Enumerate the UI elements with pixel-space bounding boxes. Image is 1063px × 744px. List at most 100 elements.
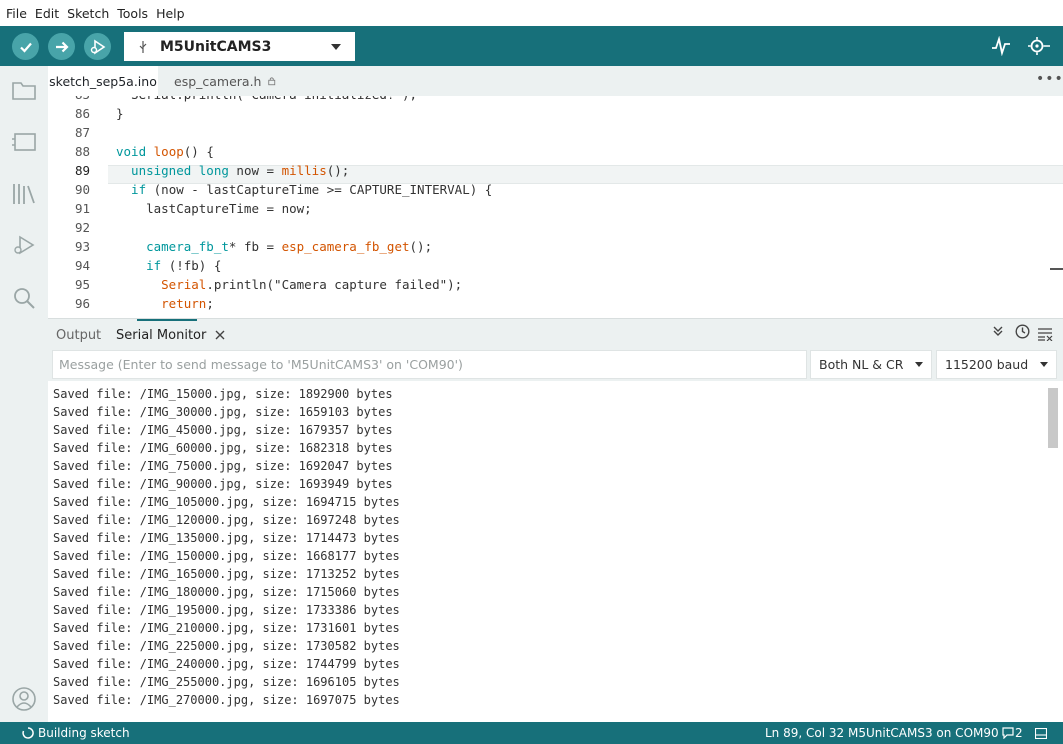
- chevrons-down-icon[interactable]: [992, 325, 1004, 337]
- code-line[interactable]: 95 Serial.println("Camera capture failed…: [48, 275, 1063, 294]
- code-line[interactable]: 87: [48, 123, 1063, 142]
- line-number: 95: [74, 277, 90, 292]
- code-line[interactable]: 90 if (now - lastCaptureTime >= CAPTURE_…: [48, 180, 1063, 199]
- code-line[interactable]: 86}: [48, 104, 1063, 123]
- debug-button[interactable]: [84, 33, 111, 60]
- line-code: camera_fb_t* fb = esp_camera_fb_get();: [116, 237, 432, 256]
- search-button[interactable]: [10, 284, 38, 312]
- message-placeholder: Message (Enter to send message to 'M5Uni…: [59, 357, 463, 372]
- tab-label: sketch_sep5a.ino: [49, 73, 157, 89]
- code-token: ();: [409, 239, 433, 254]
- board-selector[interactable]: M5UnitCAMS3: [124, 32, 355, 61]
- clear-output-icon[interactable]: [1038, 328, 1053, 341]
- menu-help[interactable]: Help: [156, 6, 185, 21]
- code-token: camera_fb_t: [116, 239, 229, 254]
- menu-tools[interactable]: Tools: [117, 6, 148, 21]
- account-icon: [12, 687, 36, 711]
- more-icon[interactable]: •••: [1036, 71, 1063, 87]
- code-line[interactable]: 85 Serial.println("Camera initialized!")…: [48, 96, 1063, 104]
- upload-button[interactable]: [48, 33, 75, 60]
- serial-output[interactable]: Saved file: /IMG_15000.jpg, size: 189290…: [48, 381, 1063, 722]
- line-number: 93: [74, 239, 90, 254]
- lock-icon: [268, 77, 276, 86]
- panel-toggle-icon[interactable]: [1035, 728, 1047, 739]
- menu-bar: File Edit Sketch Tools Help: [0, 0, 1063, 26]
- folder-icon: [12, 82, 36, 100]
- code-token: esp_camera_fb_get: [281, 239, 410, 254]
- serial-line: Saved file: /IMG_255000.jpg, size: 16961…: [53, 675, 400, 689]
- tab-sketch[interactable]: sketch_sep5a.ino: [48, 66, 158, 96]
- line-ending-select[interactable]: Both NL & CR: [810, 350, 932, 379]
- code-token: Serial: [116, 277, 207, 292]
- serial-monitor-icon[interactable]: [1027, 36, 1051, 56]
- code-token: lastCaptureTime = now;: [116, 201, 312, 216]
- clock-icon[interactable]: [1015, 324, 1030, 339]
- code-line[interactable]: 92: [48, 218, 1063, 237]
- code-token: if: [116, 182, 154, 197]
- serial-line: Saved file: /IMG_195000.jpg, size: 17333…: [53, 603, 400, 617]
- debug-panel-button[interactable]: [10, 232, 38, 260]
- code-token: (!fb) {: [168, 258, 222, 273]
- serial-line: Saved file: /IMG_90000.jpg, size: 169394…: [53, 477, 393, 491]
- code-line[interactable]: 94 if (!fb) {: [48, 256, 1063, 275]
- code-line[interactable]: 88 void loop() {: [48, 142, 1063, 161]
- code-line[interactable]: 91 lastCaptureTime = now;: [48, 199, 1063, 218]
- code-line[interactable]: 93 camera_fb_t* fb = esp_camera_fb_get()…: [48, 237, 1063, 256]
- serial-scrollbar[interactable]: [1048, 388, 1058, 448]
- serial-line: Saved file: /IMG_105000.jpg, size: 16947…: [53, 495, 400, 509]
- baud-rate-select[interactable]: 115200 baud: [936, 350, 1057, 379]
- serial-line: Saved file: /IMG_240000.jpg, size: 17447…: [53, 657, 400, 671]
- chevron-down-icon: [1040, 362, 1048, 367]
- menu-sketch[interactable]: Sketch: [67, 6, 109, 21]
- check-icon: [19, 42, 32, 53]
- serial-line: Saved file: /IMG_30000.jpg, size: 165910…: [53, 405, 393, 419]
- line-code: unsigned long now = millis();: [116, 161, 349, 180]
- status-bar: Building sketch Ln 89, Col 32 M5UnitCAMS…: [0, 722, 1063, 744]
- board-port-status[interactable]: M5UnitCAMS3 on COM90: [848, 722, 999, 744]
- serial-message-row: Message (Enter to send message to 'M5Uni…: [48, 350, 1063, 381]
- library-manager-button[interactable]: [10, 180, 38, 208]
- tab-esp-camera[interactable]: esp_camera.h: [166, 66, 276, 96]
- line-code: Serial.println("Camera capture failed");: [116, 275, 462, 294]
- library-icon: [13, 184, 35, 204]
- boards-manager-button[interactable]: [10, 128, 38, 156]
- code-line[interactable]: 96 return;: [48, 294, 1063, 313]
- tab-output[interactable]: Output: [56, 319, 101, 351]
- line-code: }: [116, 104, 124, 123]
- menu-edit[interactable]: Edit: [35, 6, 59, 21]
- code-token: ;: [206, 296, 214, 311]
- code-token: loop: [153, 144, 184, 159]
- toolbar: M5UnitCAMS3: [0, 26, 1063, 66]
- tab-serial-monitor[interactable]: Serial Monitor: [116, 319, 225, 351]
- arrow-right-icon: [55, 41, 69, 52]
- notification-icon[interactable]: [1002, 727, 1014, 739]
- tab-label: esp_camera.h: [174, 73, 262, 89]
- sketchbook-button[interactable]: [10, 76, 38, 104]
- code-line[interactable]: 89 unsigned long now = millis();: [48, 161, 1063, 180]
- verify-button[interactable]: [12, 33, 39, 60]
- code-token: () {: [183, 144, 214, 159]
- cursor-position[interactable]: Ln 89, Col 32: [765, 722, 844, 744]
- code-token: (now - lastCaptureTime >= CAPTURE_INTERV…: [153, 182, 493, 197]
- line-number: 87: [74, 125, 90, 140]
- code-token: .println("Camera capture failed");: [206, 277, 463, 292]
- overview-ruler-marker: [1050, 268, 1063, 270]
- serial-line: Saved file: /IMG_120000.jpg, size: 16972…: [53, 513, 400, 527]
- line-number: 90: [74, 182, 90, 197]
- serial-plotter-icon[interactable]: [991, 36, 1011, 56]
- serial-message-input[interactable]: Message (Enter to send message to 'M5Uni…: [52, 350, 807, 379]
- line-code: void loop() {: [116, 142, 214, 161]
- close-icon[interactable]: [215, 330, 225, 340]
- serial-line: Saved file: /IMG_270000.jpg, size: 16970…: [53, 693, 400, 707]
- code-token: if: [116, 258, 169, 273]
- line-number: 92: [74, 220, 90, 235]
- line-code: if (!fb) {: [116, 256, 221, 275]
- chevron-down-icon: [331, 44, 341, 50]
- tab-serial-label: Serial Monitor: [116, 327, 207, 343]
- menu-file[interactable]: File: [6, 6, 27, 21]
- account-button[interactable]: [10, 685, 38, 713]
- code-token: Serial.println("Camera initialized!");: [116, 96, 417, 102]
- code-token: * fb =: [228, 239, 282, 254]
- code-editor[interactable]: 85 Serial.println("Camera initialized!")…: [48, 96, 1063, 318]
- line-number: 89: [74, 163, 90, 178]
